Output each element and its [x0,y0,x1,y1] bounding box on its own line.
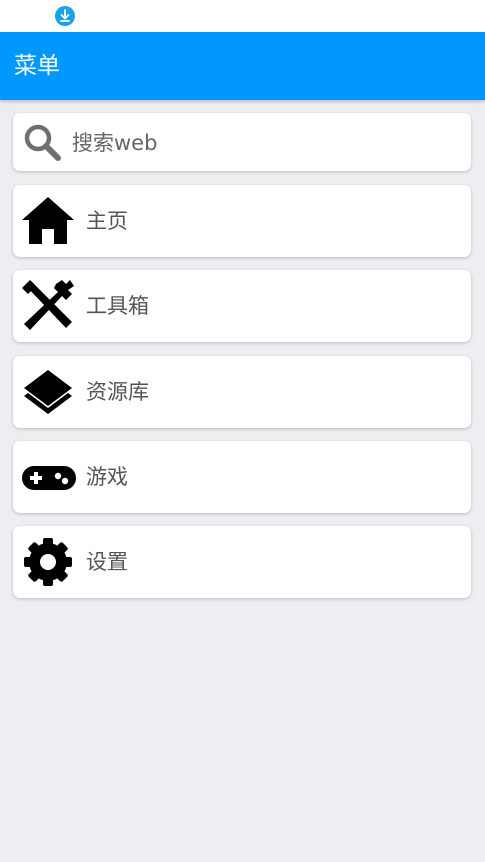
layers-icon [24,370,72,414]
gear-icon [24,538,72,586]
menu-item-resources[interactable]: 资源库 [13,356,471,428]
search-input: 搜索web [72,131,158,155]
menu-item-label: 设置 [86,550,128,574]
menu-item-label: 主页 [86,209,128,233]
search-icon [24,124,61,161]
menu-item-settings[interactable]: 设置 [13,526,471,598]
menu-item-label: 资源库 [86,380,149,404]
menu-item-label: 工具箱 [86,294,149,318]
status-bar [0,0,485,32]
home-icon [22,197,74,244]
search-button[interactable]: 搜索web [13,113,471,171]
menu-item-games[interactable]: 游戏 [13,441,471,513]
app-bar: 菜单 [0,32,485,100]
tools-icon [22,280,74,330]
menu-item-home[interactable]: 主页 [13,185,471,257]
page-title: 菜单 [14,53,60,79]
menu-item-label: 游戏 [86,465,128,489]
download-icon[interactable] [55,6,75,26]
menu-item-tools[interactable]: 工具箱 [13,270,471,342]
gamepad-icon [22,466,76,490]
